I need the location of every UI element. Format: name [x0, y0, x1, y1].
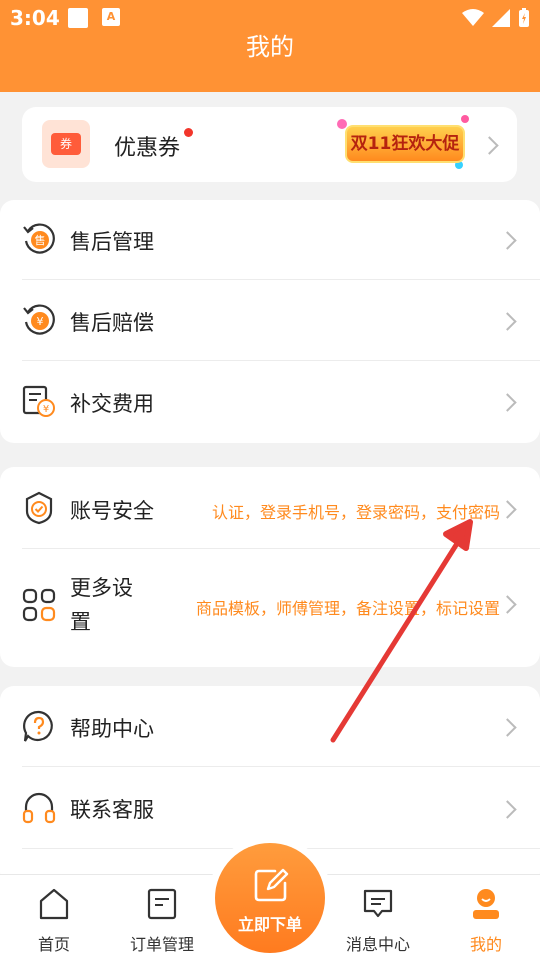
- chevron-right-icon: [498, 718, 517, 737]
- row-hint: 认证，登录手机号，登录密码，支付密码: [211, 503, 500, 522]
- chevron-right-icon: [498, 231, 517, 250]
- grid-icon: [22, 588, 56, 622]
- chevron-right-icon: [498, 393, 517, 412]
- svg-text:¥: ¥: [43, 404, 49, 415]
- row-label: 联系客服: [70, 798, 154, 822]
- tab-label: 首页: [37, 935, 70, 954]
- headset-icon: [22, 792, 56, 824]
- tab-profile[interactable]: 我的: [436, 875, 536, 961]
- compensation-icon: ¥: [23, 304, 55, 335]
- unread-dot: [184, 128, 193, 137]
- wifi-icon: [462, 9, 484, 26]
- divider: [22, 548, 540, 549]
- row-account-security[interactable]: 账号安全 认证，登录手机号，登录密码，支付密码: [0, 467, 540, 549]
- help-icon: [23, 710, 53, 742]
- coupon-icon-text: 券: [51, 133, 81, 155]
- tab-orders[interactable]: 订单管理: [112, 875, 212, 961]
- tab-label: 消息中心: [345, 935, 410, 954]
- promo-text: 双11狂欢大促: [350, 134, 460, 154]
- row-help-center[interactable]: 帮助中心: [0, 686, 540, 767]
- profile-icon: [473, 889, 499, 919]
- row-label: 补交费用: [70, 392, 154, 416]
- after-sale-icon: 售: [23, 223, 55, 254]
- row-label: 账号安全: [70, 499, 154, 523]
- settings-section: 账号安全 认证，登录手机号，登录密码，支付密码 更多设 置 商品模板，师傅管理，…: [0, 467, 540, 667]
- row-after-sale[interactable]: 售 售后管理: [0, 200, 540, 280]
- shield-icon: [25, 491, 53, 525]
- tab-label: 订单管理: [129, 935, 194, 954]
- divider: [22, 279, 540, 280]
- home-icon: [39, 888, 69, 920]
- signal-icon: [492, 9, 510, 27]
- chevron-right-icon: [480, 136, 499, 155]
- svg-text:¥: ¥: [37, 315, 44, 328]
- coupon-card[interactable]: 券 优惠券 双11狂欢大促: [22, 107, 517, 182]
- notification-icon: [68, 8, 88, 28]
- row-more-settings[interactable]: 更多设 置 商品模板，师傅管理，备注设置，标记设置: [0, 550, 540, 667]
- edit-icon: [254, 868, 289, 902]
- battery-icon: [519, 8, 529, 27]
- row-label: 售后管理: [70, 230, 154, 254]
- place-order-button[interactable]: 立即下单: [215, 843, 325, 953]
- divider: [22, 766, 540, 767]
- chevron-right-icon: [498, 800, 517, 819]
- fee-icon: ¥: [22, 385, 55, 417]
- coupon-label: 优惠券: [114, 136, 181, 161]
- row-hint: 商品模板，师傅管理，备注设置，标记设置: [195, 599, 500, 618]
- promo-banner[interactable]: 双11狂欢大促: [337, 115, 472, 173]
- row-label-line1: 更多设: [70, 576, 133, 600]
- notification-a-icon: A: [102, 8, 120, 26]
- coupon-icon: 券: [42, 120, 90, 168]
- row-label: 帮助中心: [70, 717, 154, 741]
- row-label-line2: 置: [70, 610, 91, 634]
- chevron-right-icon: [498, 500, 517, 519]
- chevron-right-icon: [498, 595, 517, 614]
- divider: [22, 360, 540, 361]
- svg-text:售: 售: [35, 233, 46, 247]
- service-section: 售 售后管理 ¥ 售后赔偿 ¥ 补交费用: [0, 200, 540, 443]
- message-icon: [363, 889, 393, 918]
- tab-home[interactable]: 首页: [4, 875, 104, 961]
- page-title: 我的: [246, 33, 294, 61]
- place-order-label: 立即下单: [237, 915, 302, 934]
- chevron-right-icon: [498, 312, 517, 331]
- row-compensation[interactable]: ¥ 售后赔偿: [0, 281, 540, 361]
- row-extra-fee[interactable]: ¥ 补交费用: [0, 362, 540, 442]
- order-icon: [147, 888, 177, 920]
- tab-messages[interactable]: 消息中心: [328, 875, 428, 961]
- sparkle-icon: [461, 115, 469, 123]
- row-label: 售后赔偿: [70, 311, 154, 335]
- tab-label: 我的: [469, 935, 502, 954]
